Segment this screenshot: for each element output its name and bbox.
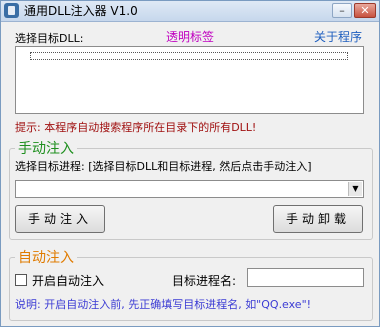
dll-select-label: 选择目标DLL: bbox=[15, 32, 84, 45]
auto-inject-note: 说明: 开启自动注入前, 先正确填写目标进程名, 如"QQ.exe"! bbox=[15, 298, 312, 311]
manual-inject-button[interactable]: 手动注入 bbox=[15, 205, 105, 233]
target-process-label: 目标进程名: bbox=[172, 274, 237, 288]
about-program-link[interactable]: 关于程序 bbox=[314, 28, 362, 45]
window-title: 通用DLL注入器 V1.0 bbox=[24, 4, 138, 18]
auto-inject-label[interactable]: 开启自动注入 bbox=[32, 272, 104, 289]
injector-window: 通用DLL注入器 V1.0 – ✕ 选择目标DLL: 透明标签 关于程序 提示:… bbox=[0, 0, 380, 327]
process-select-label: 选择目标进程: [选择目标DLL和目标进程, 然后点击手动注入] bbox=[15, 160, 312, 173]
manual-inject-title: 手动注入 bbox=[15, 138, 77, 158]
chevron-down-icon[interactable]: ▼ bbox=[348, 182, 362, 196]
app-icon bbox=[4, 3, 19, 18]
transparent-tag-label: 透明标签 bbox=[166, 30, 215, 44]
close-button[interactable]: ✕ bbox=[354, 3, 376, 18]
auto-inject-title: 自动注入 bbox=[15, 247, 77, 267]
title-bar[interactable]: 通用DLL注入器 V1.0 – ✕ bbox=[1, 1, 379, 22]
process-combobox[interactable]: ▼ bbox=[15, 180, 364, 198]
auto-inject-checkbox[interactable] bbox=[15, 274, 27, 286]
dll-search-hint: 提示: 本程序自动搜索程序所在目录下的所有DLL! bbox=[15, 121, 257, 134]
dll-listbox[interactable] bbox=[15, 46, 364, 114]
minimize-button[interactable]: – bbox=[332, 3, 352, 18]
list-focus-row bbox=[30, 52, 348, 60]
target-process-input[interactable] bbox=[247, 268, 364, 287]
manual-uninject-button[interactable]: 手动卸载 bbox=[273, 205, 363, 233]
